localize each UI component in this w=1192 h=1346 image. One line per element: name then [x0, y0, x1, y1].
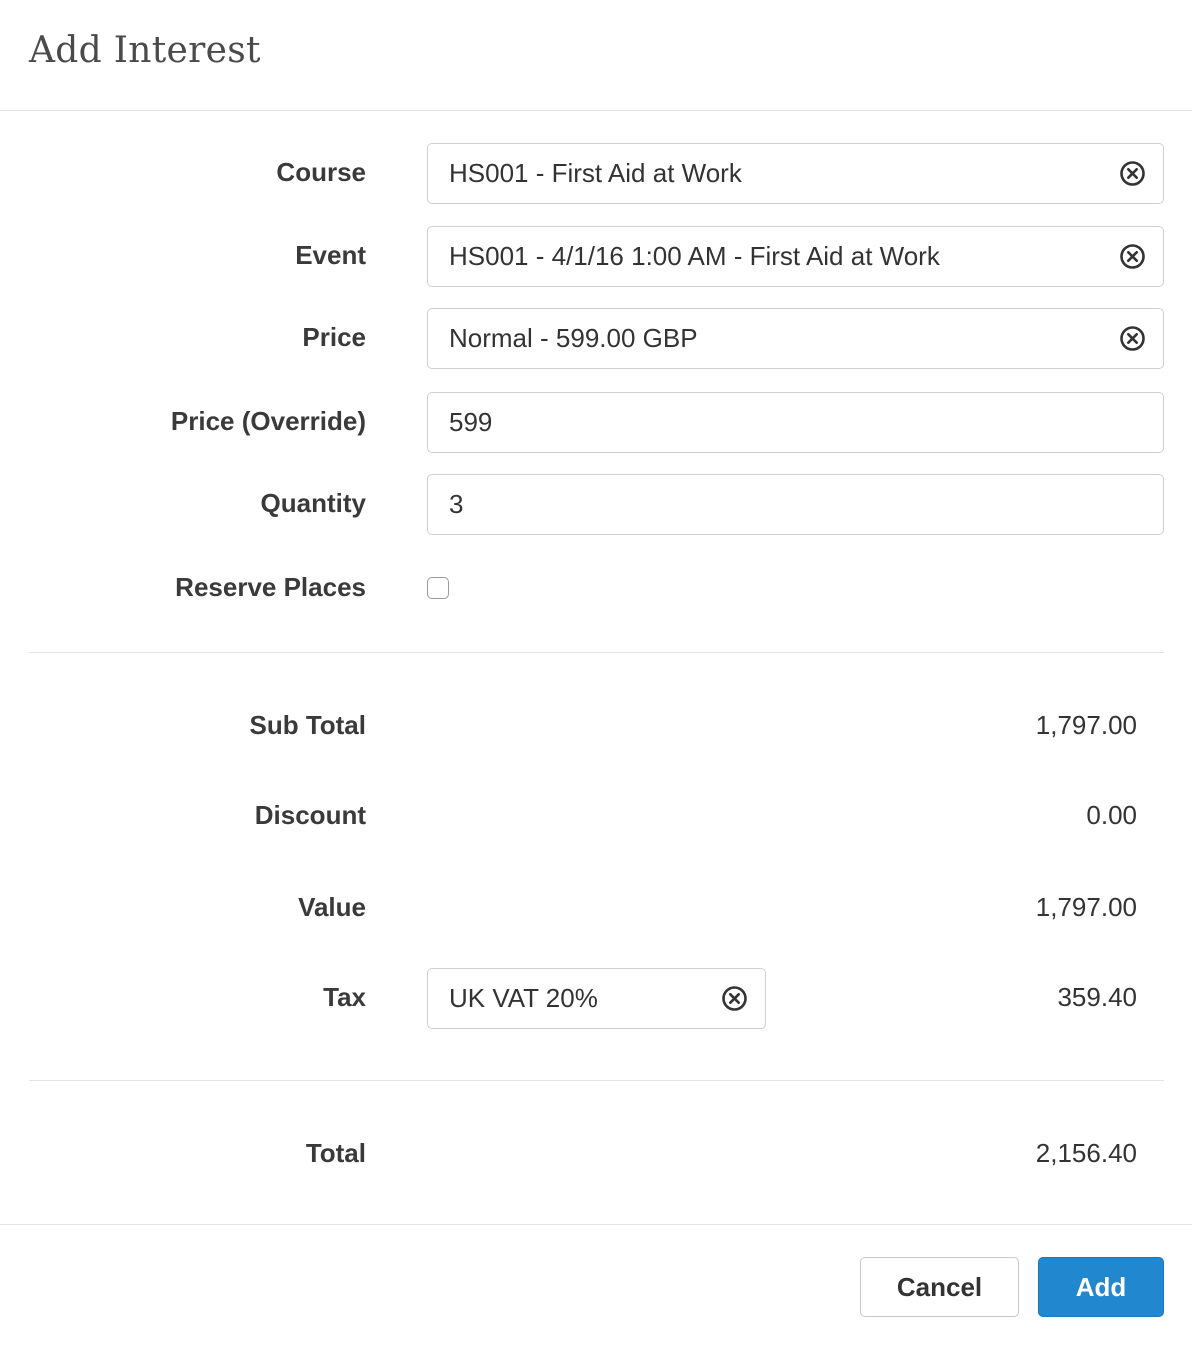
total-label: Total: [305, 1138, 366, 1168]
tax-clear-icon[interactable]: [721, 985, 748, 1012]
sub-total-value: 1,797.00: [1035, 710, 1137, 740]
quantity-field: [427, 474, 1164, 535]
course-clear-icon[interactable]: [1119, 160, 1146, 187]
sub-total-label: Sub Total: [249, 710, 366, 740]
quantity-input[interactable]: [428, 475, 1163, 534]
course-select[interactable]: HS001 - First Aid at Work: [427, 143, 1164, 204]
form-divider: [29, 652, 1164, 653]
course-label: Course: [276, 157, 366, 187]
total-value: 2,156.40: [1035, 1138, 1137, 1168]
course-value: HS001 - First Aid at Work: [449, 158, 742, 188]
header-divider: [0, 110, 1192, 111]
tax-select[interactable]: UK VAT 20%: [427, 968, 766, 1029]
footer-divider: [0, 1224, 1192, 1225]
price-clear-icon[interactable]: [1119, 325, 1146, 352]
price-label: Price: [302, 322, 366, 352]
event-clear-icon[interactable]: [1119, 243, 1146, 270]
quantity-label: Quantity: [260, 488, 366, 518]
value-amount: 1,797.00: [1035, 892, 1137, 922]
price-override-field: [427, 392, 1164, 453]
price-value: Normal - 599.00 GBP: [449, 323, 698, 353]
tax-label: Tax: [323, 982, 366, 1012]
summary-divider: [29, 1080, 1164, 1081]
price-override-label: Price (Override): [170, 406, 366, 436]
cancel-button[interactable]: Cancel: [860, 1257, 1019, 1317]
reserve-places-checkbox[interactable]: [427, 577, 449, 599]
tax-value: 359.40: [1057, 982, 1137, 1012]
event-label: Event: [295, 240, 366, 270]
event-value: HS001 - 4/1/16 1:00 AM - First Aid at Wo…: [449, 241, 940, 271]
tax-selection: UK VAT 20%: [449, 983, 598, 1013]
discount-value: 0.00: [1086, 800, 1137, 830]
reserve-places-label: Reserve Places: [175, 572, 366, 602]
price-select[interactable]: Normal - 599.00 GBP: [427, 308, 1164, 369]
value-label: Value: [298, 892, 366, 922]
discount-label: Discount: [254, 800, 366, 830]
price-override-input[interactable]: [428, 393, 1163, 452]
event-select[interactable]: HS001 - 4/1/16 1:00 AM - First Aid at Wo…: [427, 226, 1164, 287]
add-button[interactable]: Add: [1038, 1257, 1164, 1317]
dialog-title: Add Interest: [29, 30, 261, 71]
